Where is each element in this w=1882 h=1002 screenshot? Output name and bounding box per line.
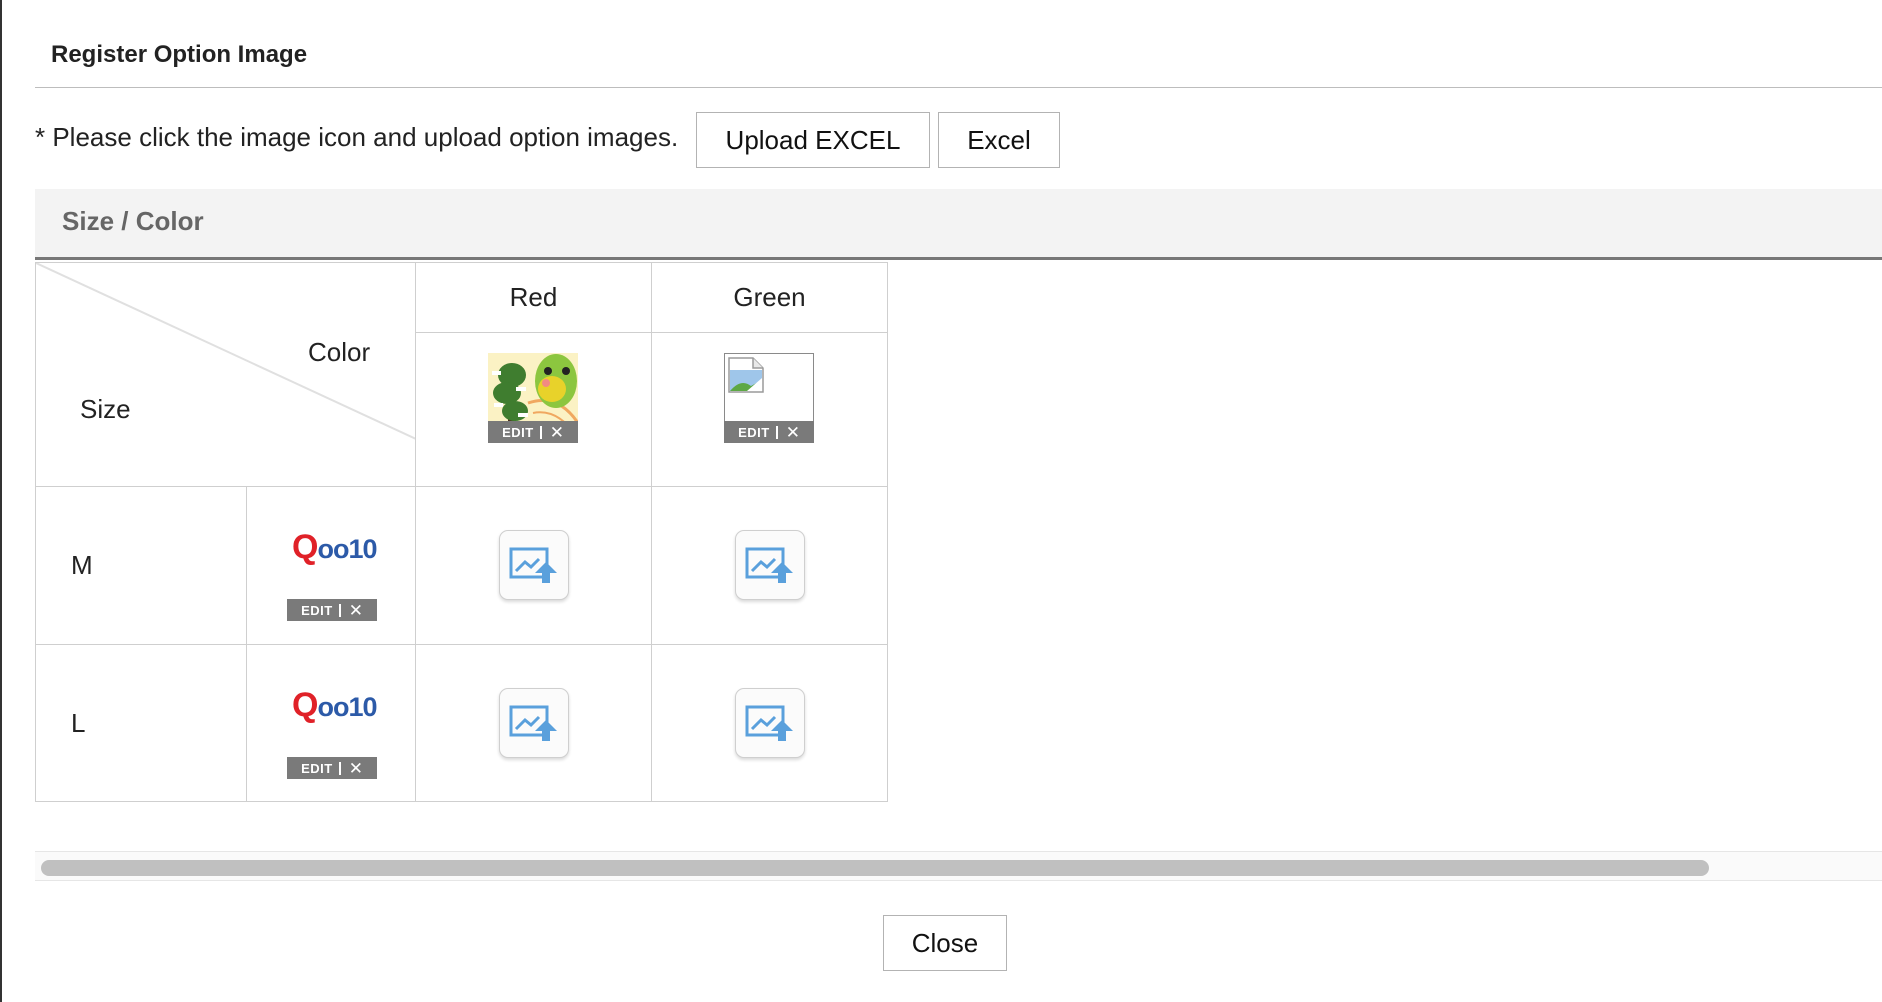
image-upload-button[interactable] — [499, 530, 569, 600]
section-header: Size / Color — [35, 189, 1882, 257]
close-button[interactable]: Close — [883, 915, 1007, 971]
option-image-cell-l-red — [415, 644, 652, 802]
color-header-green: Green — [651, 262, 888, 333]
image-upload-icon — [745, 547, 793, 583]
option-image-table: Color Size Red Green EDIT ✕ EDIT ✕ M Qoo… — [35, 262, 888, 802]
image-upload-icon — [509, 547, 557, 583]
image-upload-button[interactable] — [735, 688, 805, 758]
corner-header-cell: Color Size — [35, 262, 416, 487]
image-edit-bar: EDIT ✕ — [287, 757, 377, 779]
option-image-cell-l-green — [651, 644, 888, 802]
color-name: Red — [509, 282, 558, 312]
edit-button[interactable]: EDIT — [301, 761, 339, 776]
size-label-cell-m: M — [35, 486, 247, 645]
size-image-cell-l: Qoo10 EDIT ✕ — [246, 644, 416, 802]
section-divider — [35, 257, 1882, 260]
dialog-title: Register Option Image — [51, 41, 308, 68]
image-upload-button[interactable] — [499, 688, 569, 758]
title-divider — [35, 87, 1882, 88]
edit-button[interactable]: EDIT — [301, 603, 339, 618]
color-image-cell-green: EDIT ✕ — [651, 332, 888, 487]
color-header-red: Red — [415, 262, 652, 333]
upload-notice: * Please click the image icon and upload… — [35, 122, 679, 152]
size-image-cell-m: Qoo10 EDIT ✕ — [246, 486, 416, 645]
size-name: L — [71, 708, 86, 738]
color-name: Green — [733, 282, 806, 312]
horizontal-scrollbar[interactable] — [35, 851, 1882, 881]
window-left-edge — [0, 0, 2, 1002]
size-label-cell-l: L — [35, 644, 247, 802]
option-image-cell-m-red — [415, 486, 652, 645]
close-icon[interactable]: ✕ — [341, 602, 363, 619]
edit-button[interactable]: EDIT — [502, 425, 540, 440]
option-image-cell-m-green — [651, 486, 888, 645]
image-edit-bar: EDIT ✕ — [724, 421, 814, 443]
scrollbar-thumb[interactable] — [41, 860, 1709, 876]
corner-size-label: Size — [80, 394, 131, 424]
section-label: Size / Color — [62, 206, 204, 236]
close-icon[interactable]: ✕ — [341, 760, 363, 777]
image-edit-bar: EDIT ✕ — [488, 421, 578, 443]
color-image-green[interactable]: EDIT ✕ — [724, 353, 816, 443]
qoo10-logo: Qoo10 — [292, 528, 377, 566]
edit-button[interactable]: EDIT — [738, 425, 776, 440]
upload-excel-button[interactable]: Upload EXCEL — [696, 112, 930, 168]
qoo10-logo: Qoo10 — [292, 686, 377, 724]
image-upload-icon — [745, 705, 793, 741]
diagonal-divider — [36, 263, 416, 440]
corner-color-label: Color — [308, 337, 371, 367]
close-icon[interactable]: ✕ — [778, 424, 800, 441]
size-name: M — [71, 550, 93, 580]
close-icon[interactable]: ✕ — [542, 424, 564, 441]
excel-button[interactable]: Excel — [938, 112, 1060, 168]
image-upload-icon — [509, 705, 557, 741]
image-upload-button[interactable] — [735, 530, 805, 600]
color-image-cell-red: EDIT ✕ — [415, 332, 652, 487]
image-edit-bar: EDIT ✕ — [287, 599, 377, 621]
color-image-red[interactable]: EDIT ✕ — [488, 353, 580, 443]
